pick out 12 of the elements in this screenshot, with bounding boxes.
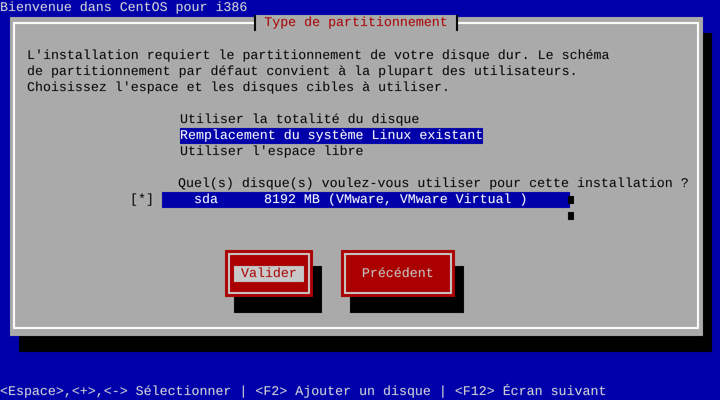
disk-checkbox[interactable]: [*] [130, 192, 162, 208]
option-item[interactable]: Utiliser la totalité du disque [180, 112, 420, 128]
window-title: Bienvenue dans CentOS pour i386 [0, 0, 248, 16]
option-item[interactable]: Utiliser l'espace libre [180, 144, 364, 160]
disk-row[interactable]: sda 8192 MB (VMware, VMware Virtual ) [162, 192, 570, 208]
dialog-button[interactable]: Précédent [340, 250, 455, 297]
dialog-button[interactable]: Valider [225, 250, 313, 297]
dialog-title: Type de partitionnement [254, 15, 458, 31]
message-text: L'installation requiert le partitionnement de votre disque dur. Le schéma de partitionnement par défaut convient à la plupart des utilisateurs. Choisissez l'espace et les disques cibles à utiliser. [27, 48, 610, 96]
disk-prompt: Quel(s) disque(s) voulez-vous utiliser pour cette installation ? [178, 176, 690, 192]
key-help-text: <Espace>,<+>,<-> Sélectionner | <F2> Ajouter un disque | <F12> Écran suivant [0, 384, 608, 400]
option-item[interactable]: Remplacement du système Linux existant [180, 128, 484, 144]
